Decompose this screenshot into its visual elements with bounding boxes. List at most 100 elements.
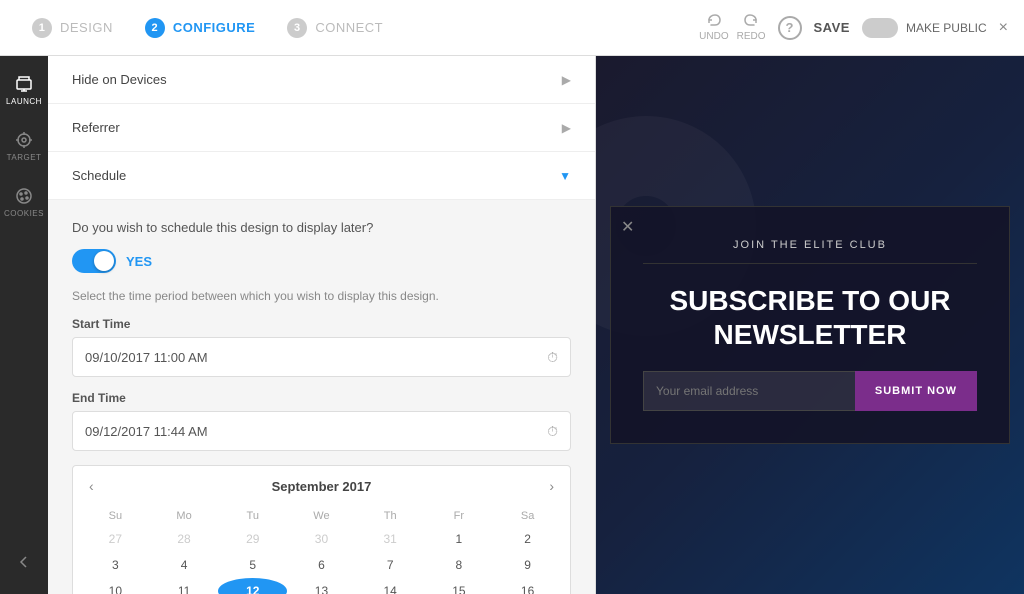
start-time-input[interactable] xyxy=(85,350,547,365)
step-configure[interactable]: 2 CONFIGURE xyxy=(129,18,272,38)
sidebar-label-launch: LAUNCH xyxy=(6,97,42,106)
section-referrer-label: Referrer xyxy=(72,120,120,135)
schedule-question: Do you wish to schedule this design to d… xyxy=(72,220,571,235)
make-public-label: MAKE PUBLIC xyxy=(906,21,987,35)
clock-icon-start: ⏱ xyxy=(547,349,558,366)
calendar-day-cell[interactable]: 11 xyxy=(150,578,219,594)
calendar-dow-header: Fr xyxy=(425,506,494,526)
redo-button[interactable]: REDO xyxy=(737,13,766,42)
popup-form: SUBMIT NOW xyxy=(643,371,977,411)
help-button[interactable]: ? xyxy=(778,16,802,40)
schedule-description: Select the time period between which you… xyxy=(72,289,571,303)
preview-panel: ✕ JOIN THE ELITE CLUB SUBSCRIBE TO OUR N… xyxy=(596,56,1024,594)
start-time-label: Start Time xyxy=(72,317,571,331)
close-button[interactable]: × xyxy=(999,19,1008,37)
calendar-body: 2728293031123456789101112131415161718192… xyxy=(81,526,562,594)
calendar-day-cell[interactable]: 29 xyxy=(218,526,287,552)
steps-nav: 1 DESIGN 2 CONFIGURE 3 CONNECT xyxy=(16,18,399,38)
calendar-day-cell[interactable]: 31 xyxy=(356,526,425,552)
back-button[interactable] xyxy=(0,538,48,586)
top-bar: 1 DESIGN 2 CONFIGURE 3 CONNECT UNDO xyxy=(0,0,1024,56)
calendar-day-cell[interactable]: 6 xyxy=(287,552,356,578)
yes-label: YES xyxy=(126,254,152,269)
left-sidebar: LAUNCH TARGET COOKIES xyxy=(0,56,48,594)
sidebar-item-cookies[interactable]: COOKIES xyxy=(0,176,48,228)
schedule-toggle[interactable] xyxy=(72,249,116,273)
calendar-header: ‹ September 2017 › xyxy=(81,478,562,494)
end-time-input[interactable] xyxy=(85,424,547,439)
calendar-month-title: September 2017 xyxy=(272,479,372,494)
calendar: ‹ September 2017 › SuMoTuWeThFrSa 272829… xyxy=(72,465,571,594)
make-public-toggle[interactable] xyxy=(862,18,898,38)
calendar-day-cell[interactable]: 10 xyxy=(81,578,150,594)
schedule-content: Do you wish to schedule this design to d… xyxy=(48,200,595,594)
calendar-dow-header: Sa xyxy=(493,506,562,526)
calendar-day-cell[interactable]: 27 xyxy=(81,526,150,552)
chevron-down-icon: ▼ xyxy=(559,169,571,183)
step-label-configure: CONFIGURE xyxy=(173,20,256,35)
calendar-day-cell[interactable]: 28 xyxy=(150,526,219,552)
popup-title: SUBSCRIBE TO OUR NEWSLETTER xyxy=(643,284,977,351)
save-button[interactable]: SAVE xyxy=(814,20,850,35)
calendar-dow-header: Su xyxy=(81,506,150,526)
chevron-right-icon-2: ▶ xyxy=(562,121,571,135)
section-hide-devices-label: Hide on Devices xyxy=(72,72,167,87)
end-time-input-wrap[interactable]: ⏱ xyxy=(72,411,571,451)
popup-title-line1: SUBSCRIBE TO OUR xyxy=(669,285,950,316)
section-hide-devices[interactable]: Hide on Devices ▶ xyxy=(48,56,595,104)
popup-submit-button[interactable]: SUBMIT NOW xyxy=(855,371,977,411)
popup-email-input[interactable] xyxy=(643,371,855,411)
undo-redo-group: UNDO REDO xyxy=(699,13,765,42)
popup-overlay: ✕ JOIN THE ELITE CLUB SUBSCRIBE TO OUR N… xyxy=(610,206,1010,444)
calendar-dow-header: Th xyxy=(356,506,425,526)
clock-icon-end: ⏱ xyxy=(547,423,558,440)
yes-toggle-group: YES xyxy=(72,249,571,273)
calendar-dow-header: Mo xyxy=(150,506,219,526)
step-connect[interactable]: 3 CONNECT xyxy=(271,18,399,38)
calendar-day-cell[interactable]: 3 xyxy=(81,552,150,578)
calendar-day-cell[interactable]: 16 xyxy=(493,578,562,594)
popup-header: JOIN THE ELITE CLUB xyxy=(643,239,977,264)
calendar-grid: SuMoTuWeThFrSa 2728293031123456789101112… xyxy=(81,506,562,594)
section-schedule[interactable]: Schedule ▼ xyxy=(48,152,595,200)
sidebar-label-cookies: COOKIES xyxy=(4,209,44,218)
calendar-day-cell[interactable]: 13 xyxy=(287,578,356,594)
chevron-right-icon: ▶ xyxy=(562,73,571,87)
sidebar-label-target: TARGET xyxy=(7,153,42,162)
main-content: LAUNCH TARGET COOKIES xyxy=(0,56,1024,594)
calendar-day-cell[interactable]: 1 xyxy=(425,526,494,552)
calendar-day-cell[interactable]: 9 xyxy=(493,552,562,578)
calendar-day-cell[interactable]: 4 xyxy=(150,552,219,578)
calendar-dow-header: We xyxy=(287,506,356,526)
calendar-week-row: 3456789 xyxy=(81,552,562,578)
calendar-day-cell[interactable]: 30 xyxy=(287,526,356,552)
calendar-day-cell[interactable]: 7 xyxy=(356,552,425,578)
popup-title-line2: NEWSLETTER xyxy=(714,319,907,350)
end-time-label: End Time xyxy=(72,391,571,405)
sidebar-item-launch[interactable]: LAUNCH xyxy=(0,64,48,116)
sidebar-item-target[interactable]: TARGET xyxy=(0,120,48,172)
section-referrer[interactable]: Referrer ▶ xyxy=(48,104,595,152)
calendar-day-cell[interactable]: 12 xyxy=(218,578,287,594)
popup-close-button[interactable]: ✕ xyxy=(621,217,634,237)
sidebar-bottom xyxy=(0,538,48,586)
calendar-day-cell[interactable]: 8 xyxy=(425,552,494,578)
top-bar-actions: UNDO REDO ? SAVE MAKE PUBLIC × xyxy=(699,13,1008,42)
calendar-day-cell[interactable]: 15 xyxy=(425,578,494,594)
calendar-prev-button[interactable]: ‹ xyxy=(89,478,94,494)
undo-button[interactable]: UNDO xyxy=(699,13,728,42)
calendar-day-cell[interactable]: 14 xyxy=(356,578,425,594)
calendar-next-button[interactable]: › xyxy=(549,478,554,494)
calendar-day-cell[interactable]: 5 xyxy=(218,552,287,578)
configure-panel: Hide on Devices ▶ Referrer ▶ Schedule ▼ … xyxy=(48,56,596,594)
step-design[interactable]: 1 DESIGN xyxy=(16,18,129,38)
calendar-week-row: 272829303112 xyxy=(81,526,562,552)
calendar-day-cell[interactable]: 2 xyxy=(493,526,562,552)
step-label-connect: CONNECT xyxy=(315,20,383,35)
make-public-toggle-group: MAKE PUBLIC xyxy=(862,18,987,38)
calendar-dow-header: Tu xyxy=(218,506,287,526)
step-num-1: 1 xyxy=(32,18,52,38)
calendar-week-row: 10111213141516 xyxy=(81,578,562,594)
start-time-input-wrap[interactable]: ⏱ xyxy=(72,337,571,377)
section-schedule-label: Schedule xyxy=(72,168,126,183)
